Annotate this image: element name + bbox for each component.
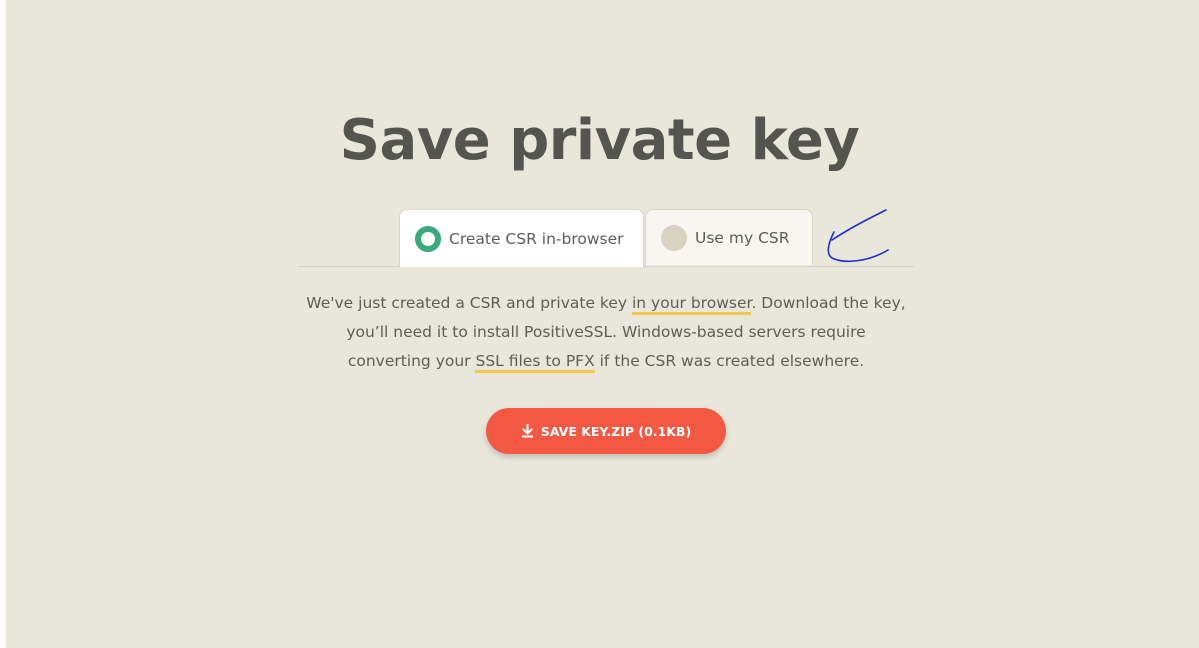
description: We've just created a CSR and private key… <box>290 289 922 376</box>
radio-unselected-icon <box>661 224 687 251</box>
description-line-3: converting your SSL files to PFX if the … <box>290 347 922 376</box>
page-title: Save private key <box>339 108 860 173</box>
description-text: if the CSR was created elsewhere. <box>594 352 865 370</box>
description-text: We've just created a CSR and private key <box>306 294 632 312</box>
tab-create-csr-in-browser[interactable]: Create CSR in-browser <box>399 209 644 267</box>
save-key-zip-button[interactable]: SAVE KEY.ZIP (0.1KB) <box>486 408 726 454</box>
save-button-label: SAVE KEY.ZIP (0.1KB) <box>540 423 692 439</box>
tab-label: Create CSR in-browser <box>449 229 624 248</box>
description-text: converting your <box>347 352 476 370</box>
page-left-edge <box>0 0 6 648</box>
tab-label: Use my CSR <box>695 228 790 247</box>
hand-drawn-arrow-annotation <box>827 209 889 263</box>
tab-use-my-csr[interactable]: Use my CSR <box>645 209 813 265</box>
in-your-browser-link[interactable]: in your browser <box>632 294 752 315</box>
download-icon <box>521 424 533 438</box>
ssl-files-to-pfx-link[interactable]: SSL files to PFX <box>475 352 595 373</box>
description-text: . Download the key, <box>751 294 906 312</box>
radio-selected-icon <box>415 225 441 252</box>
description-line-2: you’ll need it to install PositiveSSL. W… <box>346 323 866 341</box>
description-line-1: We've just created a CSR and private key… <box>290 289 922 318</box>
